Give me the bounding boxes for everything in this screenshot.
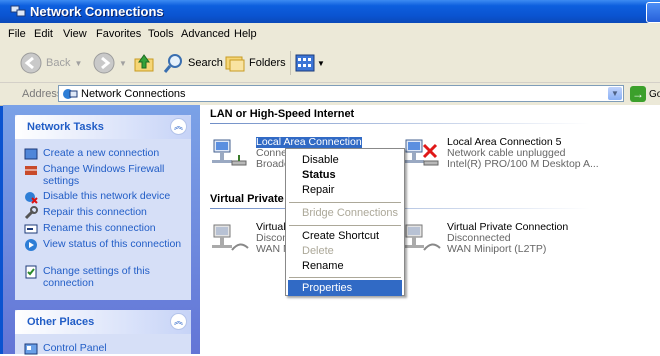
menu-file[interactable]: File [8,28,26,40]
address-value: Network Connections [81,88,186,100]
menu-item-delete[interactable]: Delete [288,243,402,259]
task-view-status[interactable]: View status of this connection [24,238,186,252]
network-connections-icon [10,5,26,17]
network-tasks-header[interactable]: Network Tasks ︽ [15,115,191,139]
menu-separator [289,225,401,226]
menu-item-disable[interactable]: Disable [288,152,402,168]
collapse-chevron-icon[interactable]: ︽ [170,118,187,135]
group-header-vpn: Virtual Private N [210,193,295,205]
firewall-icon [25,166,37,175]
menu-favorites[interactable]: Favorites [96,28,141,40]
group-divider [210,123,590,124]
menu-tools[interactable]: Tools [148,28,174,40]
folders-button[interactable]: Folders [224,51,286,75]
menu-separator [289,202,401,203]
vpn-connection-icon [212,224,249,251]
menu-view[interactable]: View [63,28,87,40]
menu-item-repair[interactable]: Repair [288,182,402,198]
task-firewall-settings[interactable]: Change Windows Firewall settings [24,163,186,187]
forward-dropdown-icon: ▼ [119,58,127,68]
status-icon [25,239,37,251]
menu-edit[interactable]: Edit [34,28,53,40]
go-button[interactable]: → Go [630,86,660,102]
menu-item-create-shortcut[interactable]: Create Shortcut [288,228,402,244]
connection-device: WAN Miniport (L2TP) [447,243,547,255]
other-places-box: Other Places ︽ Control Panel [15,310,191,355]
connections-view: LAN or High-Speed Internet Virtual Priva… [200,105,660,354]
menu-item-status[interactable]: Status [288,167,402,183]
disable-device-icon [25,192,38,204]
address-bar: Address Network Connections ▼ → Go [0,83,660,106]
views-button[interactable]: ▼ [290,51,325,75]
go-arrow-icon: → [630,86,646,102]
task-repair-connection[interactable]: Repair this connection [24,206,186,220]
properties-icon [25,265,37,279]
rename-icon [24,224,38,234]
other-places-header[interactable]: Other Places ︽ [15,310,191,334]
search-button[interactable]: Search [163,51,223,75]
back-button[interactable]: Back ▼ [20,51,82,75]
vpn-connection-icon [404,224,441,251]
menu-advanced[interactable]: Advanced [181,28,230,40]
network-tasks-title: Network Tasks [27,121,104,133]
address-input[interactable]: Network Connections ▼ [58,85,624,102]
lan-connection-icon [212,139,247,166]
window-title: Network Connections [30,4,164,19]
connection-virtual-private-2[interactable]: Virtual Private Connection Disconnected … [402,220,602,264]
task-change-settings[interactable]: Change settings of this connection [24,265,186,289]
connection-local-area-5[interactable]: Local Area Connection 5 Network cable un… [402,135,602,179]
address-label: Address [22,88,63,100]
back-dropdown-icon: ▼ [74,58,83,68]
folder-up-icon [134,54,154,72]
group-header-lan: LAN or High-Speed Internet [210,108,355,120]
forward-button[interactable]: ▼ [93,51,127,75]
address-dropdown-icon[interactable]: ▼ [608,87,622,100]
toolbar: Back ▼ ▼ Search Folders ▼ [0,45,660,83]
connection-device: Intel(R) PRO/100 M Desktop A... [447,158,599,170]
folders-icon [225,56,245,72]
views-dropdown-icon: ▼ [317,58,325,68]
task-rename-connection[interactable]: Rename this connection [24,222,186,236]
menu-help[interactable]: Help [234,28,257,40]
forward-arrow-icon [93,52,115,74]
menu-separator [289,277,401,278]
context-menu: Disable Status Repair Bridge Connections… [285,148,405,296]
task-disable-device[interactable]: Disable this network device [24,190,186,204]
new-connection-icon [24,148,38,160]
menu-item-bridge-connections[interactable]: Bridge Connections [288,205,402,221]
minimize-button[interactable] [646,2,660,23]
views-icon [295,54,315,72]
network-connections-icon [63,89,78,99]
search-icon [163,54,182,73]
task-pane: Network Tasks ︽ Create a new connection … [3,105,200,355]
lan-disconnected-icon [404,139,439,166]
menu-bar: File Edit View Favorites Tools Advanced … [0,23,660,46]
menu-item-properties[interactable]: Properties [288,280,402,296]
menu-item-rename[interactable]: Rename [288,258,402,274]
title-bar: Network Connections [0,0,660,23]
repair-icon [24,206,38,220]
collapse-chevron-icon[interactable]: ︽ [170,313,187,330]
back-arrow-icon [20,52,42,74]
task-create-connection[interactable]: Create a new connection [24,147,186,161]
network-tasks-box: Network Tasks ︽ Create a new connection … [15,115,191,300]
up-button[interactable] [133,51,155,75]
other-places-title: Other Places [27,316,95,328]
